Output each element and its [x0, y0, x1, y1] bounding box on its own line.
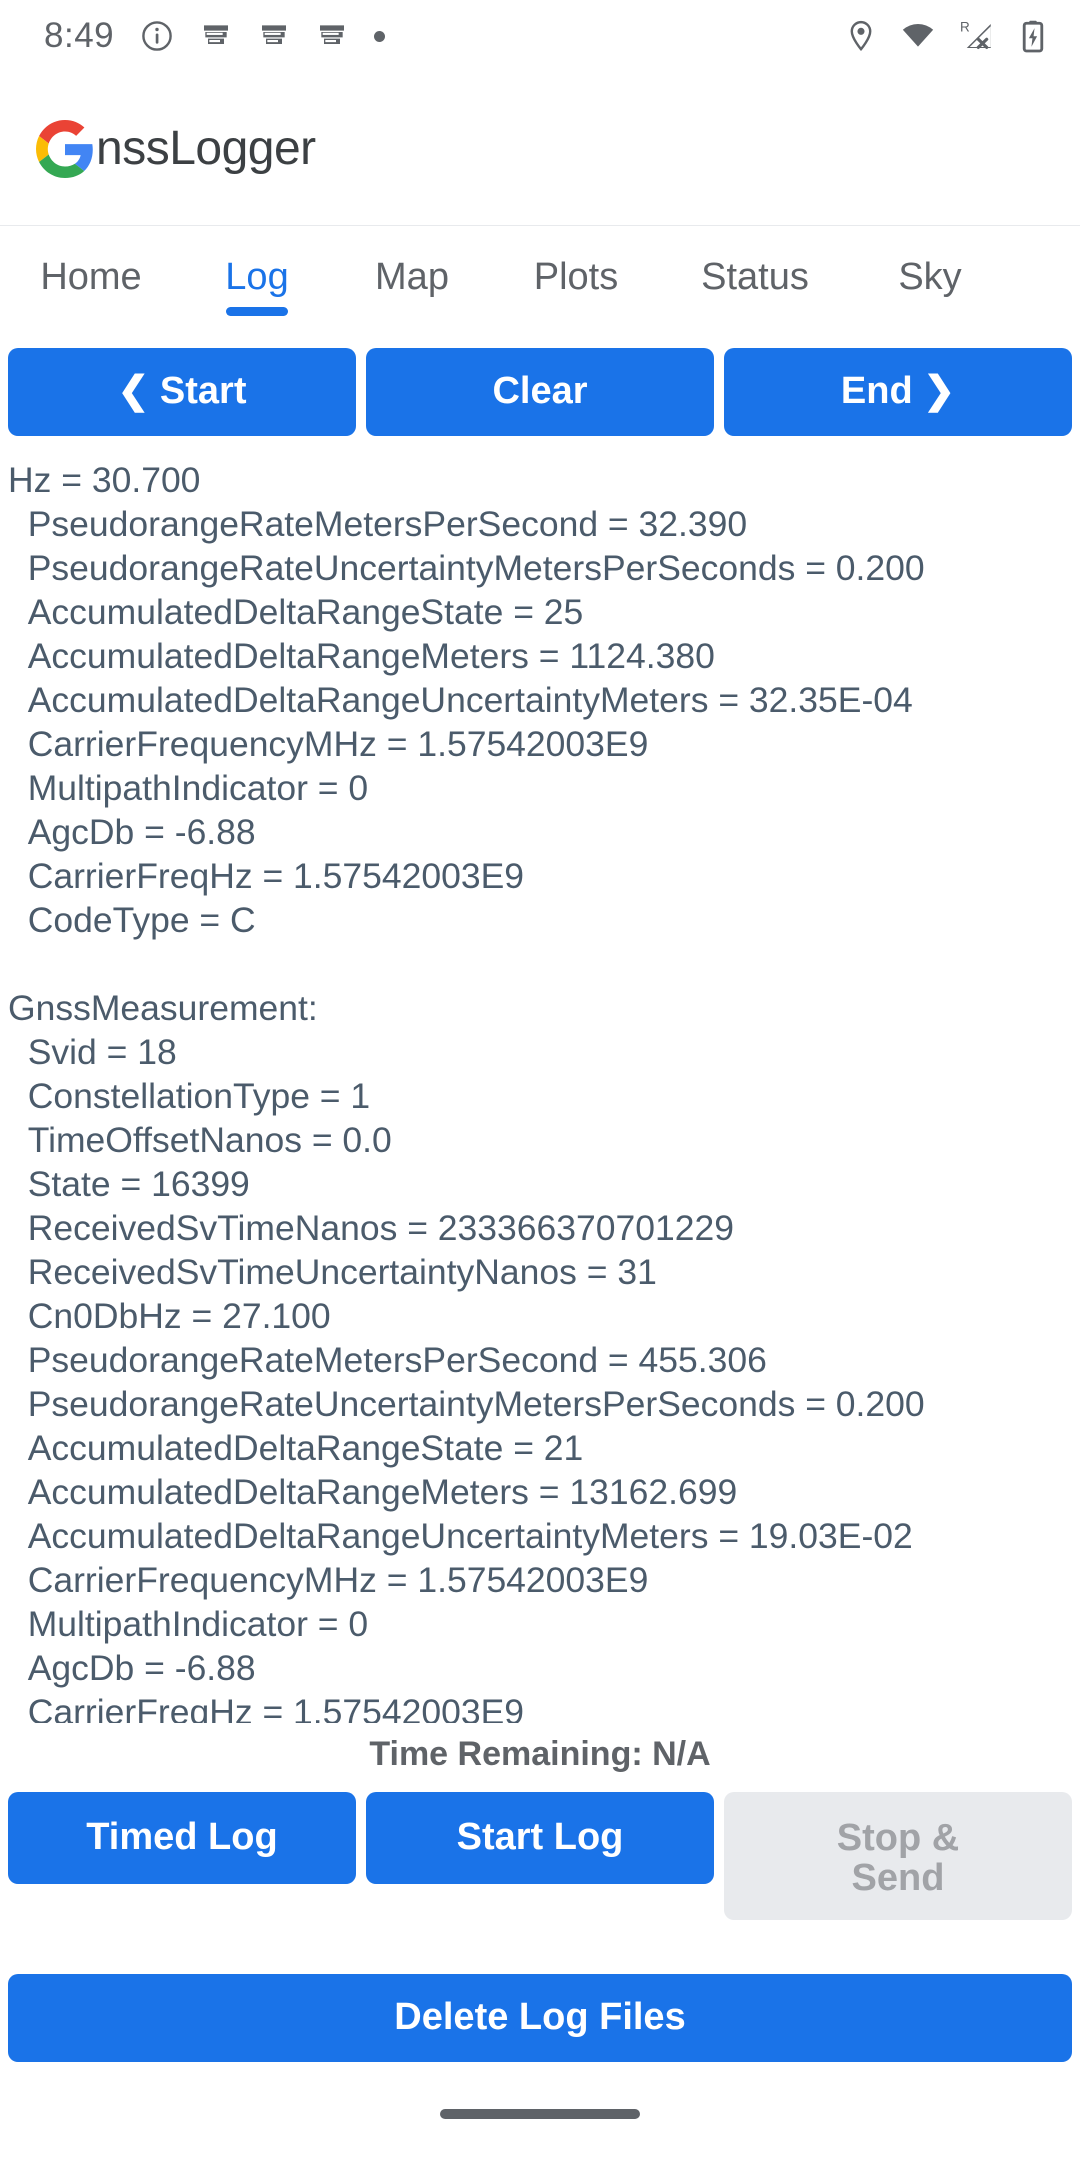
home-indicator[interactable] [440, 2109, 640, 2119]
tab-sky[interactable]: Sky [850, 226, 1010, 348]
stop-and-send-line2: Send [851, 1857, 945, 1899]
start-button[interactable]: ❮ Start [8, 348, 356, 436]
tab-label: Log [225, 256, 289, 298]
tab-bar[interactable]: Home Log Map Plots Status Sky [0, 226, 1080, 348]
status-bar: 8:49 R [0, 0, 1080, 72]
tab-home[interactable]: Home [0, 226, 182, 348]
tab-map[interactable]: Map [332, 226, 492, 348]
log-navigation-buttons: ❮ Start Clear End ❯ [0, 348, 1080, 448]
tab-log[interactable]: Log [182, 226, 332, 348]
wifi-icon [902, 23, 934, 47]
roaming-no-signal-icon: R [960, 20, 991, 49]
tab-active-underline [226, 307, 288, 316]
info-icon [142, 21, 172, 51]
status-bar-left: 8:49 [44, 16, 386, 56]
tab-plots[interactable]: Plots [492, 226, 660, 348]
timed-log-button[interactable]: Timed Log [8, 1792, 356, 1884]
location-icon [850, 20, 872, 52]
start-log-button[interactable]: Start Log [366, 1792, 714, 1884]
app-bar: nssLogger [0, 72, 1080, 226]
delete-log-files-button[interactable]: Delete Log Files [8, 1974, 1072, 2062]
tab-label: Sky [898, 256, 962, 298]
google-g-logo [36, 119, 93, 178]
svg-text:R: R [960, 20, 970, 35]
stop-and-send-button: Stop & Send [724, 1792, 1072, 1920]
delete-log-files-row: Delete Log Files [0, 1920, 1080, 2062]
log-output-pane[interactable]: Hz = 30.700 PseudorangeRateMetersPerSeco… [0, 448, 1080, 1723]
app-title: nssLogger [96, 122, 316, 175]
notification-icon [320, 25, 345, 44]
status-bar-clock: 8:49 [44, 16, 115, 55]
battery-charging-icon [1022, 20, 1044, 53]
app-screen: 8:49 R nssLogger Home Log Map Plots Stat… [0, 0, 1080, 2160]
log-output-text: Hz = 30.700 PseudorangeRateMetersPerSeco… [8, 460, 925, 1723]
tab-label: Map [375, 256, 449, 298]
logging-buttons-row: Timed Log Start Log Stop & Send [0, 1792, 1080, 1920]
notification-icon [262, 25, 287, 44]
notification-icon [204, 25, 229, 44]
end-button[interactable]: End ❯ [724, 348, 1072, 436]
time-remaining-label: Time Remaining: N/A [369, 1735, 711, 1773]
status-bar-right: R [844, 18, 1046, 54]
tab-status[interactable]: Status [660, 226, 850, 348]
bottom-controls: Time Remaining: N/A Timed Log Start Log … [0, 1723, 1080, 2068]
system-navigation-bar [0, 2068, 1080, 2160]
tab-label: Status [701, 256, 809, 298]
tab-label: Home [40, 256, 142, 298]
dot-icon [374, 30, 386, 42]
tab-label: Plots [533, 256, 619, 298]
clear-button[interactable]: Clear [366, 348, 714, 436]
stop-and-send-line1: Stop & [836, 1817, 960, 1860]
